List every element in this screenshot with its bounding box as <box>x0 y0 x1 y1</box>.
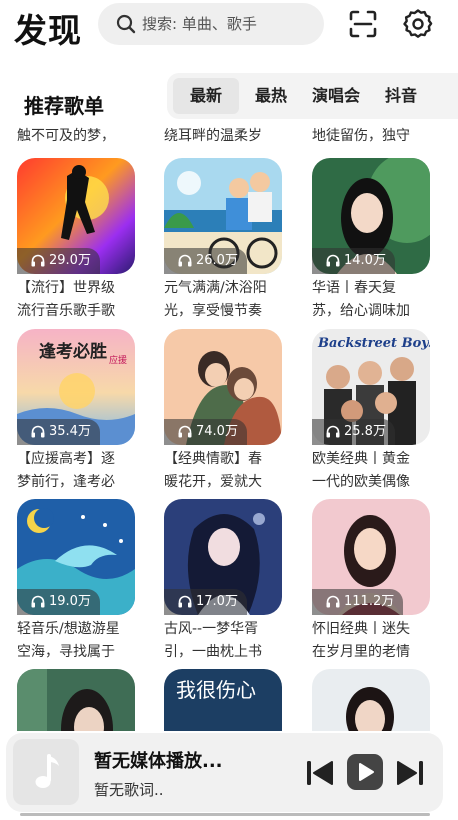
playlist-title-line: 华语丨春天复 <box>312 280 396 296</box>
playlist-title-line: 【经典情歌】春 <box>164 451 262 467</box>
headphones-icon <box>31 425 45 438</box>
playlist-cover <box>17 669 135 731</box>
play-count: 19.0万 <box>49 594 91 609</box>
playlist-title-line: 轻音乐/想遨游星 <box>17 621 120 637</box>
play-count: 111.2万 <box>344 594 395 609</box>
tab-latest[interactable]: 最新 <box>173 78 239 114</box>
playlist-title-line: 流行音乐歌手歌 <box>17 303 115 319</box>
playlist-title-line: 元气满满/沐浴阳 <box>164 280 267 296</box>
play-count: 26.0万 <box>196 253 238 268</box>
tab-concert[interactable]: 演唱会 <box>303 78 369 114</box>
play-count-badge: 19.0万 <box>17 589 100 615</box>
headphones-icon <box>178 425 192 438</box>
search-bar[interactable] <box>98 3 324 45</box>
partial-title: 触不可及的梦， <box>17 128 115 144</box>
mini-player[interactable]: 暂无媒体播放... 暂无歌词.. <box>6 733 443 812</box>
search-icon <box>116 14 136 34</box>
headphones-icon <box>178 595 192 608</box>
playlist-title-line: 怀旧经典丨迷失 <box>312 621 410 637</box>
partial-title: 地徒留伤，独守 <box>312 128 410 144</box>
play-count-badge: 29.0万 <box>17 248 100 274</box>
playlist-cover <box>312 669 430 731</box>
skip-next-icon[interactable] <box>396 758 426 788</box>
play-count-badge: 14.0万 <box>312 248 395 274</box>
album-art-placeholder <box>13 739 79 805</box>
category-tabs: 最新 最热 演唱会 抖音 <box>167 73 458 119</box>
play-count-badge: 35.4万 <box>17 419 100 445</box>
cover-text: Backstreet Boys <box>317 336 430 351</box>
header: 发现 <box>0 0 458 52</box>
gear-icon[interactable] <box>402 8 434 40</box>
playlist-title-line: 空海，寻找属于 <box>17 644 115 660</box>
play-icon <box>359 763 374 781</box>
skip-previous-icon[interactable] <box>304 758 334 788</box>
cover-subtext: 应援 <box>109 354 127 366</box>
partial-title: 绕耳畔的温柔岁 <box>164 128 262 144</box>
playlist-title-line: 古风--一梦华胥 <box>164 621 259 637</box>
play-count: 17.0万 <box>196 594 238 609</box>
play-count-badge: 74.0万 <box>164 419 247 445</box>
play-count-badge: 25.8万 <box>312 419 395 445</box>
playlist-title-line: 引，一曲枕上书 <box>164 644 262 660</box>
playlist-title-line: 欧美经典丨黄金 <box>312 451 410 467</box>
playlist-title-line: 【应援高考】逐 <box>17 451 115 467</box>
playlist-title-line: 在岁月里的老情 <box>312 644 410 660</box>
headphones-icon <box>326 595 340 608</box>
tab-douyin[interactable]: 抖音 <box>375 78 427 114</box>
tab-hottest[interactable]: 最热 <box>243 78 299 114</box>
section-title: 推荐歌单 <box>24 94 104 118</box>
play-count: 29.0万 <box>49 253 91 268</box>
playlist-title-line: 梦前行，逢考必 <box>17 474 115 490</box>
headphones-icon <box>326 425 340 438</box>
play-count-badge: 111.2万 <box>312 589 404 615</box>
play-button[interactable] <box>347 754 383 790</box>
scan-icon[interactable] <box>347 8 379 40</box>
cover-text: 我很伤心 <box>176 678 256 702</box>
play-count: 25.8万 <box>344 424 386 439</box>
player-track-title: 暂无媒体播放... <box>94 751 223 772</box>
music-note-icon <box>35 754 59 788</box>
play-count: 74.0万 <box>196 424 238 439</box>
headphones-icon <box>178 254 192 267</box>
play-count: 35.4万 <box>49 424 91 439</box>
play-count-badge: 17.0万 <box>164 589 247 615</box>
headphones-icon <box>326 254 340 267</box>
playlist-title-line: 【流行】世界级 <box>17 280 115 296</box>
headphones-icon <box>31 595 45 608</box>
search-input[interactable] <box>142 12 312 36</box>
playlist-title-line: 光，享受慢节奏 <box>164 303 262 319</box>
page-title: 发现 <box>14 11 82 50</box>
player-lyrics: 暂无歌词.. <box>94 781 164 799</box>
playlist-title-line: 一代的欧美偶像 <box>312 474 410 490</box>
playlist-title-line: 暖花开，爱就大 <box>164 474 262 490</box>
play-count-badge: 26.0万 <box>164 248 247 274</box>
playlist-title-line: 苏，给心调味加 <box>312 303 410 319</box>
play-count: 14.0万 <box>344 253 386 268</box>
headphones-icon <box>31 254 45 267</box>
playlist-cover: 我很伤心 <box>164 669 282 731</box>
home-indicator <box>20 813 430 816</box>
playlist-grid: 触不可及的梦， 绕耳畔的温柔岁 地徒留伤，独守 29.0万 【流行】世界级 流行… <box>0 121 458 731</box>
cover-text: 逢考必胜 <box>39 341 107 362</box>
